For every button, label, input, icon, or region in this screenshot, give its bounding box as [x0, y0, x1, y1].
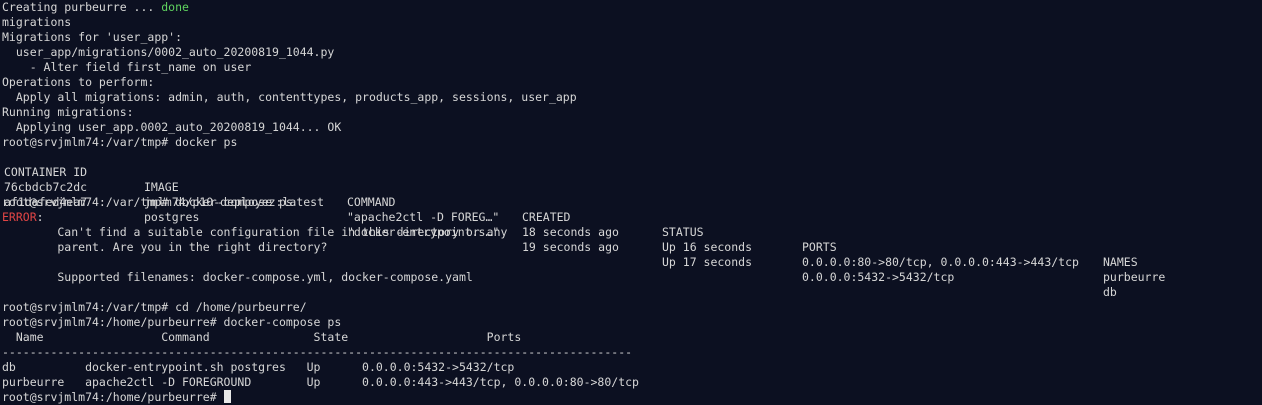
docker-ps-row: af1dafed4ea7 postgres "docker-entrypoint… — [2, 180, 1262, 299]
container-created: 18 seconds ago — [522, 225, 619, 239]
container-image: jmlm74/p10-deployez:latest — [144, 195, 325, 209]
container-ports: 0.0.0.0:80->80/tcp, 0.0.0.0:443->443/tcp — [802, 255, 1079, 269]
prompt-line: root@srvjmlm74:/home/purbeurre# docker-c… — [2, 315, 342, 329]
container-id: af1dafed4ea7 — [4, 195, 88, 209]
cursor-block — [223, 390, 231, 403]
final-prompt: root@srvjmlm74:/home/purbeurre# — [2, 390, 224, 404]
container-command: "apache2ctl -D FOREG…" — [347, 210, 500, 224]
output-line: Running migrations: — [2, 105, 134, 119]
done-status: done — [161, 0, 189, 14]
error-message-line: Supported filenames: docker-compose.yml,… — [2, 270, 473, 284]
error-colon: : — [36, 210, 44, 224]
compose-create-line: Creating purbeurre ... done — [2, 0, 1262, 15]
active-prompt-line[interactable]: root@srvjmlm74:/home/purbeurre# — [2, 390, 1262, 405]
docker-ps-row: 76cbdcb7c2dc jmlm74/p10-deployez:latest … — [2, 165, 1262, 284]
create-text: Creating purbeurre ... — [2, 0, 162, 14]
output-line: Operations to perform: — [2, 75, 155, 89]
header-created: CREATED — [522, 210, 571, 224]
terminal-window[interactable]: Creating purbeurre ... done migrations M… — [0, 0, 1262, 405]
output-line: - Alter field first_name on user — [2, 60, 252, 74]
container-created: 19 seconds ago — [522, 240, 619, 254]
container-status: Up 16 seconds — [662, 240, 753, 254]
header-command: COMMAND — [347, 195, 396, 209]
container-ports: 0.0.0.0:5432->5432/tcp — [802, 270, 955, 284]
output-line: Apply all migrations: admin, auth, conte… — [2, 90, 577, 104]
compose-table-row: purbeurre apache2ctl -D FOREGROUND Up 0.… — [2, 375, 639, 389]
header-ports: PORTS — [802, 240, 837, 254]
output-line: Migrations for 'user_app': — [2, 30, 183, 44]
error-message-line: parent. Are you in the right directory? — [2, 240, 328, 254]
output-line: user_app/migrations/0002_auto_20200819_1… — [2, 45, 335, 59]
compose-table-header: Name Command State Ports — [2, 330, 522, 344]
compose-table-row: db docker-entrypoint.sh postgres Up 0.0.… — [2, 360, 515, 374]
container-name: db — [1103, 285, 1117, 299]
prompt-line: root@srvjmlm74:/var/tmp# docker ps — [2, 135, 238, 149]
container-command: "docker-entrypoint.s…" — [347, 225, 500, 239]
docker-ps-header: CONTAINER ID IMAGE COMMAND CREATED STATU… — [2, 150, 1262, 269]
output-line: Applying user_app.0002_auto_20200819_104… — [2, 120, 342, 134]
header-names: NAMES — [1103, 255, 1138, 269]
compose-table-divider: ----------------------------------------… — [2, 345, 633, 359]
container-name: purbeurre — [1103, 270, 1166, 284]
container-status: Up 17 seconds — [662, 255, 753, 269]
container-image: postgres — [144, 210, 200, 224]
header-status: STATUS — [662, 225, 704, 239]
output-line: migrations — [2, 15, 72, 29]
error-message-line: Can't find a suitable configuration file… — [2, 225, 508, 239]
prompt-line: root@srvjmlm74:/var/tmp# cd /home/purbeu… — [2, 300, 307, 314]
